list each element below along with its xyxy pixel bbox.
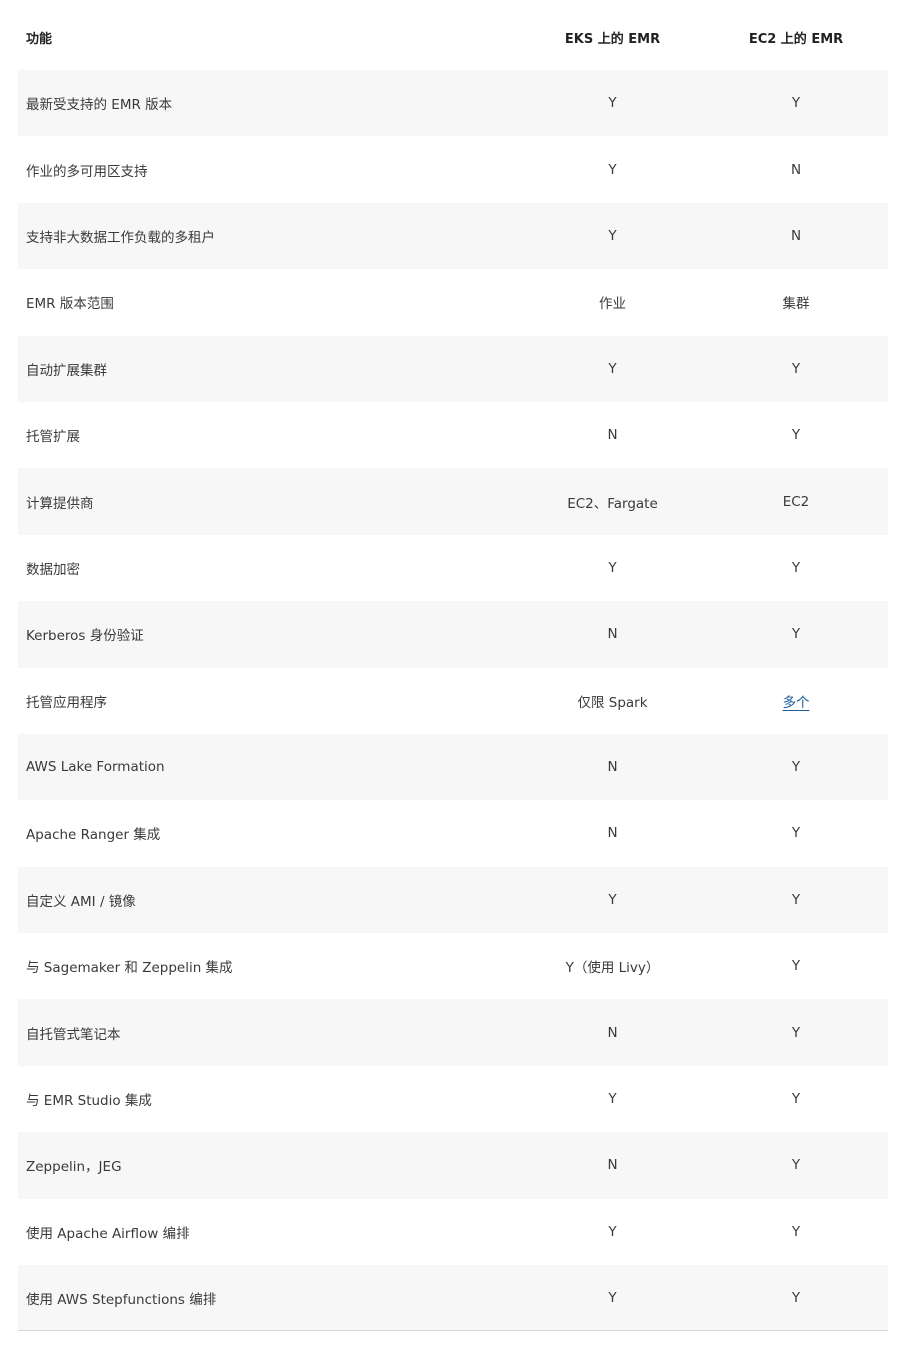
cell-feature: 自动扩展集群 bbox=[26, 362, 107, 379]
table-row: 作业的多可用区支持 Y N bbox=[18, 136, 888, 202]
table-row: Kerberos 身份验证 N Y bbox=[18, 601, 888, 668]
cell-feature: AWS Lake Formation bbox=[26, 759, 165, 776]
table-row: 自动扩展集群 Y Y bbox=[18, 335, 888, 402]
cell-ec2: EC2 bbox=[782, 493, 810, 510]
cell-eks: N bbox=[607, 1024, 618, 1041]
cell-eks: Y bbox=[608, 95, 617, 112]
table-body: 最新受支持的 EMR 版本 Y Y 作业的多可用区支持 Y N 支持非大数据工作负载的多租户… bbox=[18, 70, 888, 1332]
cell-eks: N bbox=[607, 427, 618, 444]
cell-feature: 计算提供商 bbox=[26, 495, 94, 512]
multiple-apps-link[interactable]: 多个 bbox=[783, 695, 810, 711]
cell-ec2: Y bbox=[791, 891, 801, 908]
cell-eks: Y bbox=[608, 360, 617, 377]
cell-ec2: Y bbox=[791, 1091, 801, 1108]
cell-feature: 与 Sagemaker 和 Zeppelin 集成 bbox=[26, 960, 233, 977]
cell-ec2: Y bbox=[791, 1223, 801, 1240]
table-row: 支持非大数据工作负载的多租户 Y N bbox=[18, 202, 888, 270]
table-row: EMR 版本范围 作业 集群 bbox=[18, 269, 888, 335]
cell-eks: N bbox=[607, 759, 618, 776]
cell-feature: Apache Ranger 集成 bbox=[26, 827, 161, 844]
cell-ec2: Y bbox=[791, 95, 801, 112]
table-row: 自托管式笔记本 N Y bbox=[18, 999, 888, 1066]
cell-feature: 托管应用程序 bbox=[26, 694, 107, 711]
cell-eks: Y bbox=[608, 161, 617, 178]
cell-eks: N bbox=[607, 825, 618, 842]
table-row: 计算提供商 EC2、Fargate EC2 bbox=[18, 468, 888, 535]
comparison-table: 功能 EKS 上的 EMR EC2 上的 EMR 最新受支持的 EMR 版本 Y Y… bbox=[18, 4, 888, 1332]
table-row: 使用 AWS Stepfunctions 编排 Y Y bbox=[18, 1265, 888, 1332]
cell-eks: Y bbox=[608, 1223, 617, 1240]
cell-feature: 支持非大数据工作负载的多租户 bbox=[26, 229, 215, 246]
cell-eks: Y（使用 Livy） bbox=[565, 960, 660, 977]
table-row: 自定义 AMI / 镜像 Y Y bbox=[18, 866, 888, 934]
table-row: Apache Ranger 集成 N Y bbox=[18, 800, 888, 866]
cell-feature: 使用 Apache Airflow 编排 bbox=[26, 1225, 190, 1242]
cell-eks: Y bbox=[608, 227, 617, 244]
cell-eks: 作业 bbox=[599, 296, 626, 313]
cell-ec2: Y bbox=[791, 958, 801, 975]
table-row: 托管应用程序 仅限 Spark 多个 bbox=[18, 668, 888, 734]
cell-ec2: Y bbox=[791, 1289, 801, 1306]
cell-feature: 使用 AWS Stepfunctions 编排 bbox=[26, 1291, 217, 1308]
header-eks: EKS 上的 EMR bbox=[564, 31, 661, 47]
cell-feature: 与 EMR Studio 集成 bbox=[26, 1093, 152, 1110]
table-row: 最新受支持的 EMR 版本 Y Y bbox=[18, 70, 888, 137]
cell-feature: Kerberos 身份验证 bbox=[26, 628, 144, 645]
cell-feature: 最新受支持的 EMR 版本 bbox=[26, 97, 173, 114]
cell-ec2: Y bbox=[791, 427, 801, 444]
cell-ec2: 集群 bbox=[782, 296, 810, 313]
cell-feature: 托管扩展 bbox=[26, 429, 80, 446]
table-row: 托管扩展 N Y bbox=[18, 402, 888, 468]
cell-feature: Zeppelin，JEG bbox=[26, 1159, 122, 1176]
cell-feature: 作业的多可用区支持 bbox=[26, 163, 148, 180]
cell-eks: 仅限 Spark bbox=[577, 694, 648, 711]
cell-ec2: Y bbox=[791, 825, 801, 842]
cell-feature: EMR 版本范围 bbox=[26, 296, 114, 313]
cell-eks: EC2、Fargate bbox=[567, 495, 658, 512]
cell-eks: N bbox=[607, 1157, 618, 1174]
cell-eks: Y bbox=[608, 1091, 617, 1108]
cell-eks: Y bbox=[608, 1289, 617, 1306]
cell-eks: Y bbox=[608, 891, 617, 908]
table-row: 与 Sagemaker 和 Zeppelin 集成 Y（使用 Livy） Y bbox=[18, 933, 888, 999]
cell-feature: 数据加密 bbox=[26, 561, 80, 578]
cell-feature: 自定义 AMI / 镜像 bbox=[26, 893, 136, 910]
table-row: 使用 Apache Airflow 编排 Y Y bbox=[18, 1199, 888, 1265]
cell-ec2: Y bbox=[791, 360, 801, 377]
cell-eks: Y bbox=[608, 559, 617, 576]
header-feature: 功能 bbox=[26, 31, 53, 47]
table-row: AWS Lake Formation N Y bbox=[18, 733, 888, 801]
cell-ec2: N bbox=[790, 227, 802, 244]
table-header-row: 功能 EKS 上的 EMR EC2 上的 EMR bbox=[18, 4, 888, 70]
cell-ec2: Y bbox=[791, 559, 801, 576]
table-row: Zeppelin，JEG N Y bbox=[18, 1132, 888, 1199]
header-ec2: EC2 上的 EMR bbox=[748, 31, 844, 47]
cell-ec2: N bbox=[790, 161, 802, 178]
cell-ec2: Y bbox=[791, 1024, 801, 1041]
cell-ec2: Y bbox=[791, 626, 801, 643]
cell-ec2: 多个 bbox=[704, 691, 888, 711]
cell-eks: N bbox=[607, 626, 618, 643]
table-row: 数据加密 Y Y bbox=[18, 535, 888, 601]
cell-ec2: Y bbox=[791, 1157, 801, 1174]
cell-feature: 自托管式笔记本 bbox=[26, 1026, 121, 1043]
cell-ec2: Y bbox=[791, 759, 801, 776]
table-row: 与 EMR Studio 集成 Y Y bbox=[18, 1066, 888, 1132]
